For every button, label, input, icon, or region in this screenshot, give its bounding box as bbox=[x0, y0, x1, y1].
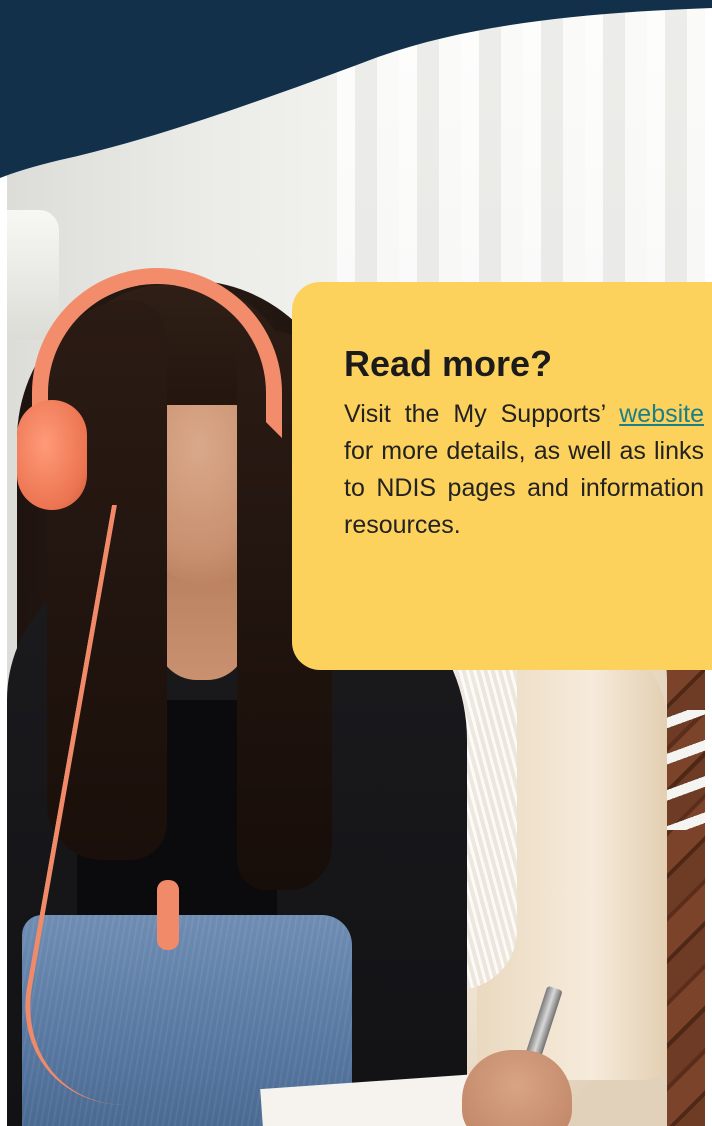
card-title: Read more? bbox=[344, 343, 553, 384]
card-body: Visit the My Supports’ website for more … bbox=[344, 396, 704, 544]
read-more-card: Read more? Visit the My Supports’ websit… bbox=[292, 282, 712, 670]
headphone-earcup bbox=[17, 400, 87, 510]
card-body-rest: for more details, as well as links to ND… bbox=[344, 437, 704, 539]
website-link[interactable]: website bbox=[619, 400, 704, 428]
header-wave-shape bbox=[0, 0, 712, 178]
page: Read more? Visit the My Supports’ websit… bbox=[0, 0, 712, 1126]
cable-clip bbox=[157, 880, 179, 950]
card-body-intro: Visit the My Supports’ bbox=[344, 400, 620, 428]
header-wave bbox=[0, 0, 712, 178]
lamp bbox=[7, 210, 59, 340]
